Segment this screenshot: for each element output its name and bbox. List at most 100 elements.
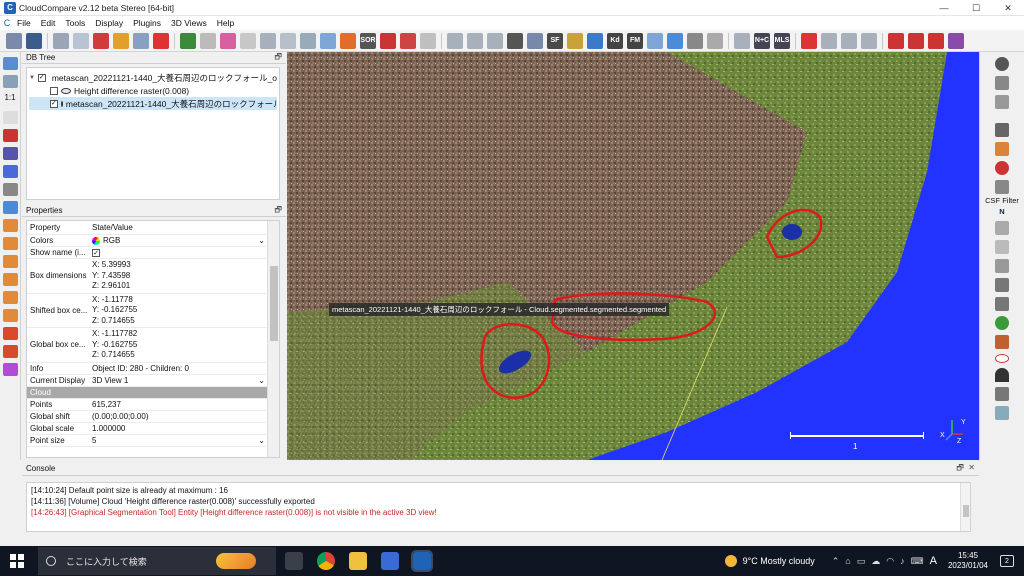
palette-4-icon[interactable] [948, 32, 964, 49]
camera-icon[interactable] [2, 75, 18, 88]
m3c2-icon[interactable]: N+C [754, 32, 770, 49]
globe-icon[interactable] [687, 32, 703, 49]
colors-dropdown[interactable]: RGB ⌄ [89, 236, 268, 245]
tree-item-checkbox[interactable]: ✓ [37, 73, 46, 82]
menu-display[interactable]: Display [90, 18, 128, 28]
segment-icon[interactable] [340, 32, 356, 49]
view-icon[interactable] [707, 32, 723, 49]
subsample-icon[interactable] [133, 32, 149, 49]
stack-icon[interactable] [841, 32, 857, 49]
pivot-icon[interactable] [2, 129, 18, 142]
delete-icon[interactable] [153, 32, 169, 49]
hough-icon[interactable] [995, 240, 1009, 254]
weather-widget[interactable]: 9°C Mostly cloudy [724, 555, 815, 567]
shield-2-icon[interactable] [995, 259, 1009, 273]
cube-icon[interactable] [995, 387, 1009, 401]
object-centered-icon[interactable] [2, 165, 18, 178]
palette-3-icon[interactable] [928, 32, 944, 49]
layers-icon[interactable] [995, 76, 1009, 90]
clapper-icon[interactable] [995, 123, 1009, 137]
windows-start-icon[interactable] [10, 554, 24, 568]
wifi-icon[interactable]: ◠ [886, 556, 894, 567]
view-front-icon[interactable] [2, 237, 18, 250]
shield-icon[interactable] [200, 32, 216, 49]
store-icon[interactable] [381, 552, 399, 570]
notification-icon[interactable]: 2 [1000, 555, 1014, 567]
globe-green-icon[interactable] [995, 316, 1009, 330]
kdtree-icon[interactable]: Kd [607, 32, 623, 49]
tree-item-checkbox[interactable] [50, 86, 58, 95]
merge-icon[interactable] [113, 32, 129, 49]
canupo-create-icon[interactable] [567, 32, 583, 49]
filter-icon[interactable] [487, 32, 503, 49]
properties-scrollbar[interactable] [267, 221, 279, 457]
c2c-icon[interactable] [320, 32, 336, 49]
magnet-icon[interactable] [995, 368, 1009, 382]
sor-icon[interactable]: SOR [360, 32, 376, 49]
crosshair-icon[interactable] [93, 32, 109, 49]
translate-icon[interactable] [380, 32, 396, 49]
crop-icon[interactable] [420, 32, 436, 49]
close-icon[interactable]: ✕ [968, 463, 975, 472]
3d-view[interactable]: metascan_20221121-1440_大養石周辺のロックフォール - C… [287, 52, 979, 460]
mesh-icon[interactable] [647, 32, 663, 49]
canupo-classify-icon[interactable] [587, 32, 603, 49]
close-button[interactable]: ✕ [992, 0, 1024, 16]
tree-item-raster[interactable]: Height difference raster(0.008) [29, 84, 277, 97]
clone-icon[interactable] [73, 32, 89, 49]
cloud-icon[interactable]: ☁ [871, 556, 880, 567]
open-icon[interactable] [6, 32, 22, 49]
camera-2-icon[interactable] [995, 221, 1009, 235]
distance-icon[interactable] [300, 32, 316, 49]
current-display-dropdown[interactable]: 3D View 1 ⌄ [89, 376, 268, 385]
keyboard-icon[interactable]: ⌨ [911, 556, 924, 567]
iso-front-icon[interactable] [2, 327, 18, 340]
pick-icon[interactable] [400, 32, 416, 49]
export-icon[interactable] [861, 32, 877, 49]
plugin-icon[interactable] [995, 335, 1009, 349]
perspective-icon[interactable] [2, 147, 18, 160]
settings-icon[interactable] [53, 32, 69, 49]
grid-2-icon[interactable] [995, 297, 1009, 311]
menu-help[interactable]: Help [212, 18, 239, 28]
iso-back-icon[interactable] [2, 345, 18, 358]
histogram-icon[interactable] [447, 32, 463, 49]
tree-item-cloud-selected[interactable]: ✓ metascan_20221121-1440_大養石周辺のロックフォール -… [29, 97, 277, 110]
grid-icon[interactable] [240, 32, 256, 49]
ime-indicator[interactable]: A [930, 555, 937, 567]
slice-icon[interactable] [995, 95, 1009, 109]
screenshot-icon[interactable] [2, 57, 18, 70]
view-top-icon[interactable] [2, 219, 18, 232]
csf-icon[interactable] [995, 180, 1009, 194]
news-widget-icon[interactable] [216, 553, 256, 569]
menu-edit[interactable]: Edit [36, 18, 61, 28]
chevron-up-icon[interactable]: ⌃ [832, 556, 840, 567]
menu-tools[interactable]: Tools [60, 18, 90, 28]
palette-2-icon[interactable] [908, 32, 924, 49]
menu-plugins[interactable]: Plugins [128, 18, 166, 28]
sculpt-icon[interactable] [801, 32, 817, 49]
task-view-icon[interactable] [285, 552, 303, 570]
undock-icon[interactable]: 🗗 [274, 51, 282, 65]
tree-item-checkbox[interactable]: ✓ [50, 99, 58, 108]
view-right-icon[interactable] [2, 291, 18, 304]
volume-icon[interactable]: ♪ [900, 556, 905, 566]
add-sf-icon[interactable] [507, 32, 523, 49]
north-icon[interactable]: N [980, 207, 1024, 216]
scrollbar-thumb[interactable] [963, 505, 969, 517]
zoom-1-1-icon[interactable]: 1:1 [2, 93, 18, 106]
undock-icon[interactable]: 🗗 [274, 204, 282, 218]
hand-icon[interactable] [995, 142, 1009, 156]
maximize-button[interactable]: ☐ [960, 0, 992, 16]
gradient-icon[interactable] [527, 32, 543, 49]
brush-icon[interactable] [821, 32, 837, 49]
align-icon[interactable] [280, 32, 296, 49]
file-explorer-icon[interactable] [349, 552, 367, 570]
fast-marching-icon[interactable]: FM [627, 32, 643, 49]
zoom-icon[interactable] [2, 201, 18, 214]
color-icon[interactable] [180, 32, 196, 49]
tree-item-folder[interactable]: ▼ ✓ metascan_20221121-1440_大養石周辺のロックフォール… [29, 71, 277, 84]
view-left-icon[interactable] [2, 255, 18, 268]
scalar-field-icon[interactable]: SF [547, 32, 563, 49]
console-scrollbar[interactable] [960, 483, 970, 531]
